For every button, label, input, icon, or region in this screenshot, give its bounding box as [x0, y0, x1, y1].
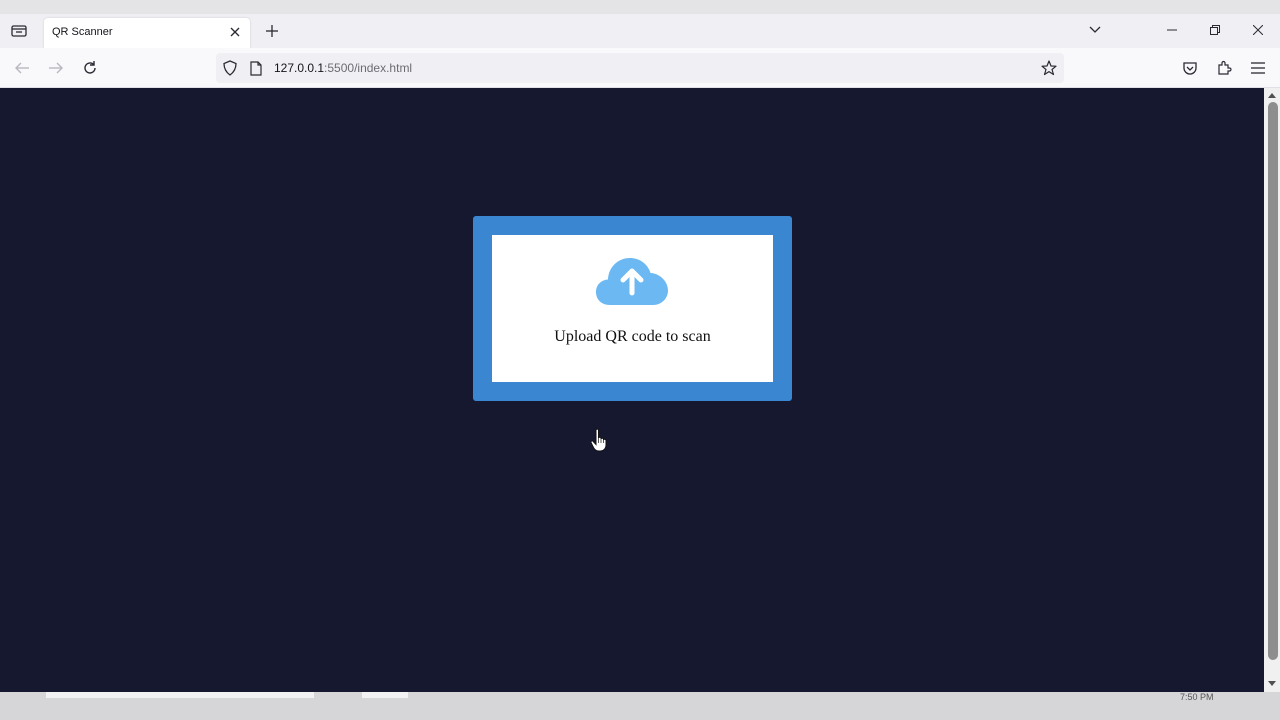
scroll-down-icon[interactable]	[1267, 679, 1277, 687]
os-taskbar: 7:50 PM	[0, 692, 1280, 720]
vertical-scrollbar[interactable]	[1264, 88, 1280, 692]
pocket-icon[interactable]	[1179, 57, 1201, 79]
list-all-tabs-icon[interactable]	[8, 20, 30, 42]
close-tab-icon[interactable]	[226, 23, 244, 41]
cloud-upload-icon	[596, 258, 668, 305]
upload-label[interactable]: Upload QR code to scan	[492, 328, 773, 346]
shield-icon[interactable]	[221, 59, 239, 77]
reload-icon[interactable]	[79, 57, 101, 79]
close-window-icon[interactable]	[1246, 19, 1270, 41]
scroll-up-icon[interactable]	[1267, 91, 1277, 99]
navigation-toolbar: 127.0.0.1:5500/index.html	[0, 48, 1280, 88]
tab-qr-scanner[interactable]: QR Scanner	[44, 18, 250, 48]
restore-icon[interactable]	[1203, 19, 1227, 41]
extensions-icon[interactable]	[1213, 57, 1235, 79]
address-bar[interactable]: 127.0.0.1:5500/index.html	[216, 53, 1064, 83]
upload-card[interactable]: Upload QR code to scan	[473, 216, 792, 401]
new-tab-icon[interactable]	[262, 21, 282, 41]
tab-title: QR Scanner	[52, 26, 113, 38]
star-icon[interactable]	[1040, 59, 1058, 77]
upload-dropzone[interactable]: Upload QR code to scan	[492, 235, 773, 382]
url-path: :5500/index.html	[324, 61, 413, 75]
page-icon[interactable]	[247, 59, 265, 77]
taskbar-item[interactable]	[362, 692, 408, 698]
hand-cursor-icon	[590, 428, 607, 452]
url-host: 127.0.0.1	[274, 61, 325, 75]
tab-strip: QR Scanner	[0, 14, 1280, 48]
taskbar-clock: 7:50 PM	[1180, 692, 1214, 702]
chevron-down-icon[interactable]	[1083, 19, 1107, 41]
back-arrow-icon[interactable]	[11, 57, 33, 79]
taskbar-item[interactable]	[46, 692, 314, 698]
minimize-icon[interactable]	[1160, 19, 1184, 41]
menu-icon[interactable]	[1247, 57, 1269, 79]
forward-arrow-icon[interactable]	[45, 57, 67, 79]
url-text: 127.0.0.1:5500/index.html	[274, 61, 412, 75]
scrollbar-thumb[interactable]	[1268, 102, 1278, 660]
